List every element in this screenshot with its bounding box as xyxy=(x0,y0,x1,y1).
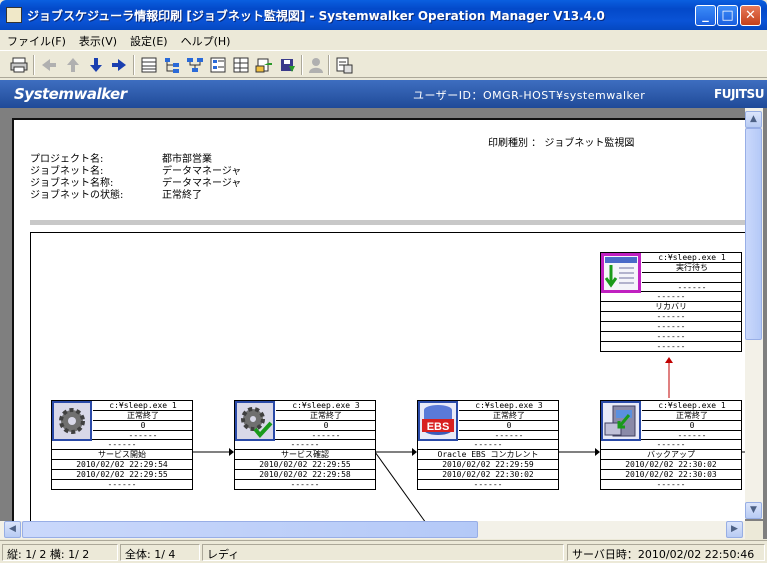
properties-icon[interactable] xyxy=(335,56,353,74)
status-bar: 縦: 1/ 2 横: 1/ 2 全体: 1/ 4 レディ サーバ日時：2010/… xyxy=(0,540,767,563)
toolbar xyxy=(0,50,767,78)
separator xyxy=(30,220,745,225)
backup-icon xyxy=(601,401,641,441)
user-id-label: ユーザーID：OMGR-HOST¥systemwalker xyxy=(413,89,646,102)
menu-bar: ファイル(F) 表示(V) 設定(E) ヘルプ(H) xyxy=(0,30,767,50)
scroll-up-button[interactable]: ▲ xyxy=(745,111,762,128)
menu-help[interactable]: ヘルプ(H) xyxy=(174,30,237,49)
scroll-left-button[interactable]: ◀ xyxy=(4,521,21,538)
save-icon[interactable] xyxy=(278,56,296,74)
horizontal-scroll-thumb[interactable] xyxy=(22,521,478,538)
table-view-icon[interactable] xyxy=(232,56,250,74)
jobnet-status-label: ジョブネットの状態: xyxy=(30,190,124,201)
minimize-button[interactable]: _ xyxy=(695,5,716,26)
vertical-scroll-thumb[interactable] xyxy=(745,128,762,340)
close-button[interactable]: ✕ xyxy=(740,5,761,26)
title-bar: ジョブスケジューラ情報印刷 [ジョブネット監視図] - Systemwalker… xyxy=(0,0,767,30)
ready-status: レディ xyxy=(202,544,564,561)
window-title: ジョブスケジューラ情報印刷 [ジョブネット監視図] - Systemwalker… xyxy=(27,9,605,23)
server-time: サーバ日時：2010/02/02 22:50:46 xyxy=(567,544,765,561)
job-name: リカバリ xyxy=(600,302,742,312)
page-indicator: 縦: 1/ 2 横: 1/ 2 xyxy=(2,544,118,561)
horizontal-scrollbar[interactable]: ◀ ▶ xyxy=(0,521,745,539)
list-view-icon[interactable] xyxy=(140,56,158,74)
print-icon[interactable] xyxy=(10,56,28,74)
job-backup[interactable]: c:¥sleep.exe 1 正常終了 0 ------ ------ バックア… xyxy=(600,400,742,490)
app-icon[interactable] xyxy=(6,7,22,23)
menu-settings[interactable]: 設定(E) xyxy=(123,30,174,49)
product-banner: Systemwalker ユーザーID：OMGR-HOST¥systemwalk… xyxy=(0,80,767,108)
job-name: バックアップ xyxy=(600,450,742,460)
systemwalker-logo: Systemwalker xyxy=(14,85,127,103)
scroll-corner xyxy=(745,521,763,539)
scroll-right-button[interactable]: ▶ xyxy=(726,521,743,538)
vertical-scrollbar[interactable]: ▲ ▼ xyxy=(745,108,763,519)
menu-file[interactable]: ファイル(F) xyxy=(0,30,72,49)
next-page-icon[interactable] xyxy=(110,56,128,74)
fujitsu-logo: FUJITSU xyxy=(714,87,764,101)
job-service-check[interactable]: c:¥sleep.exe 3 正常終了 0 ------ ------ サービス… xyxy=(234,400,376,490)
tree-view-icon[interactable] xyxy=(163,56,181,74)
detail-view-icon[interactable] xyxy=(209,56,227,74)
job-recovery[interactable]: c:¥sleep.exe 1 実行待ち ------ ------ リカバリ -… xyxy=(600,252,742,352)
flow-view-icon[interactable] xyxy=(186,56,204,74)
svg-text:EBS: EBS xyxy=(427,421,450,433)
ebs-icon: EBS xyxy=(418,401,458,441)
print-type: 印刷種別 ： ジョブネット監視図 xyxy=(488,138,635,149)
page-up-icon[interactable] xyxy=(64,56,82,74)
jobnet-status-value: 正常終了 xyxy=(162,190,202,201)
scroll-down-button[interactable]: ▼ xyxy=(745,502,762,519)
recovery-icon xyxy=(601,253,641,293)
job-name: サービス開始 xyxy=(51,450,193,460)
jobnet-diagram: c:¥sleep.exe 1 正常終了 0 ------ ------ サービス… xyxy=(30,232,745,539)
page-down-icon[interactable] xyxy=(87,56,105,74)
first-page-icon[interactable] xyxy=(40,56,58,74)
user-icon[interactable] xyxy=(307,56,325,74)
menu-view[interactable]: 表示(V) xyxy=(72,30,123,49)
job-name: サービス確認 xyxy=(234,450,376,460)
job-oracle-ebs[interactable]: EBS c:¥sleep.exe 3 正常終了 0 ------ ------ … xyxy=(417,400,559,490)
maximize-button[interactable]: □ xyxy=(717,5,738,26)
print-preview-area[interactable]: 印刷種別 ： ジョブネット監視図 プロジェクト名: 都市部営業 ジョブネット名:… xyxy=(0,108,767,539)
job-service-start[interactable]: c:¥sleep.exe 1 正常終了 0 ------ ------ サービス… xyxy=(51,400,193,490)
gear-check-icon xyxy=(235,401,275,441)
print-page: 印刷種別 ： ジョブネット監視図 プロジェクト名: 都市部営業 ジョブネット名:… xyxy=(12,118,745,539)
export-icon[interactable] xyxy=(255,56,273,74)
job-name: Oracle EBS コンカレント xyxy=(417,450,559,460)
gear-icon xyxy=(52,401,92,441)
total-pages: 全体: 1/ 4 xyxy=(120,544,200,561)
